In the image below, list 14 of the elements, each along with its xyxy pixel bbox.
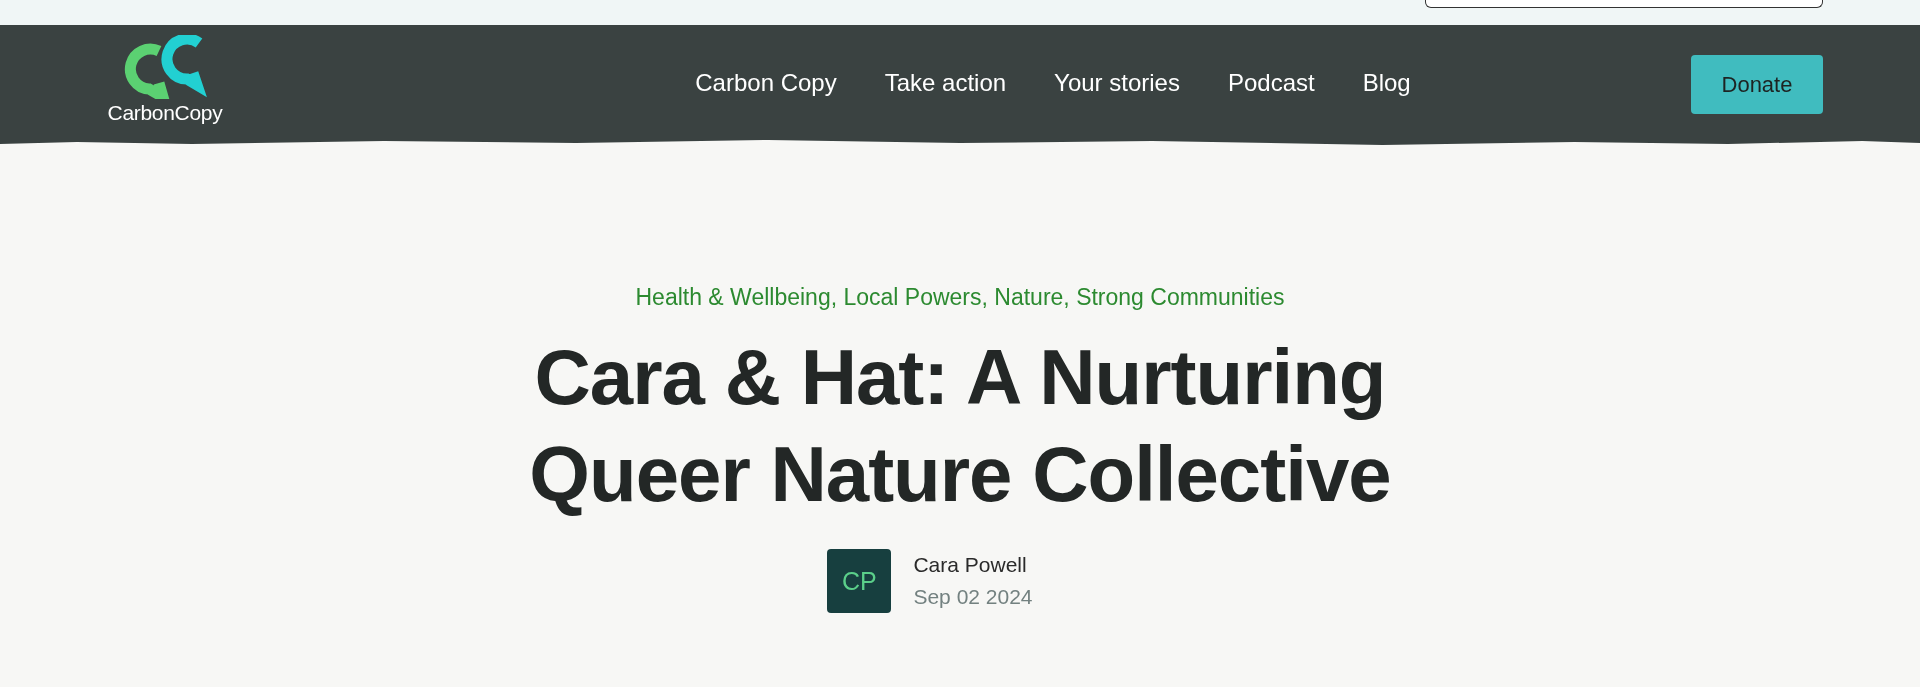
input-field[interactable] [1425, 0, 1823, 8]
donate-button[interactable]: Donate [1691, 55, 1823, 114]
nav-link[interactable]: Your stories [1054, 69, 1180, 97]
category-links[interactable]: Health & Wellbeing, Local Powers, Nature, Strong Communities [635, 284, 1285, 311]
logo-text: CarbonCopy [107, 101, 223, 125]
article-title: Cara & Hat: A Nurturing [533, 332, 1387, 423]
nav-link[interactable]: Take action [884, 69, 1007, 97]
author-avatar: CP [827, 549, 892, 613]
publish-date: Sep 02 2024 [913, 585, 1033, 609]
nav-link[interactable]: Carbon Copy [695, 69, 837, 97]
nav-link[interactable]: Podcast [1227, 69, 1315, 97]
article-title: Queer Nature Collective [529, 429, 1391, 520]
author-name: Cara Powell [913, 553, 1028, 577]
nav-link[interactable]: Blog [1362, 69, 1411, 97]
